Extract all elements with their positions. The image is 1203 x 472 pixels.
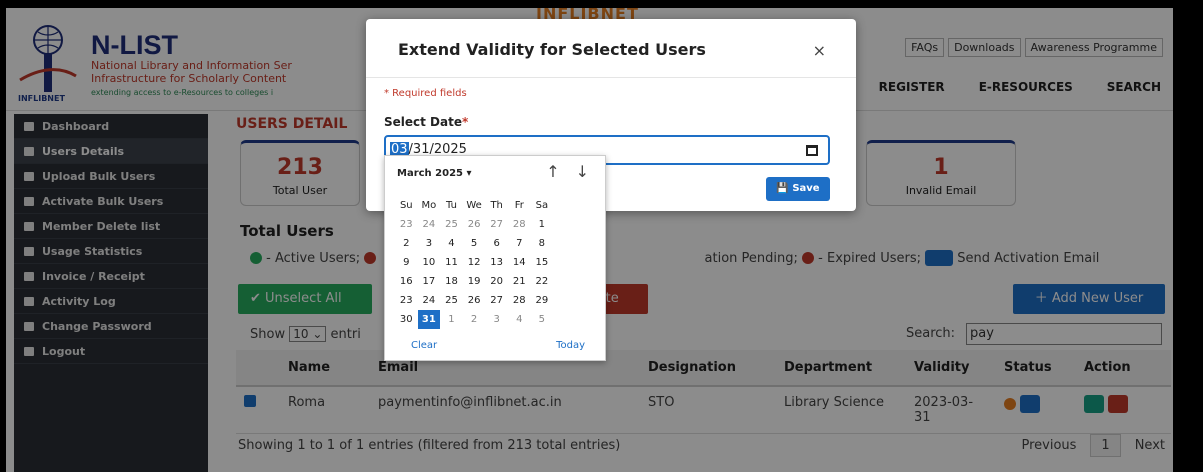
save-label: Save bbox=[792, 183, 820, 194]
calendar-day[interactable]: 17 bbox=[418, 272, 441, 291]
calendar-day[interactable]: 20 bbox=[485, 272, 508, 291]
calendar-day[interactable]: 24 bbox=[418, 291, 441, 310]
calendar-day[interactable]: 31 bbox=[417, 310, 441, 329]
today-button[interactable]: Today bbox=[556, 340, 585, 351]
week-row: 9 10 11 12 13 14 15 bbox=[395, 253, 599, 272]
calendar-day[interactable]: 1 bbox=[440, 310, 463, 329]
calendar-day[interactable]: 13 bbox=[485, 253, 508, 272]
calendar-day[interactable]: 15 bbox=[531, 253, 554, 272]
calendar-day[interactable]: 22 bbox=[531, 272, 554, 291]
required-note: * Required fields bbox=[384, 88, 467, 99]
weekday-label: We bbox=[466, 200, 482, 211]
calendar-day[interactable]: 30 bbox=[395, 310, 418, 329]
modal-title: Extend Validity for Selected Users bbox=[398, 40, 706, 59]
calendar-day[interactable]: 11 bbox=[440, 253, 463, 272]
calendar-day[interactable]: 18 bbox=[440, 272, 463, 291]
calendar-day[interactable]: 6 bbox=[485, 234, 508, 253]
calendar-day[interactable]: 26 bbox=[463, 291, 486, 310]
date-label: Select Date* bbox=[384, 115, 468, 129]
calendar-day[interactable]: 27 bbox=[485, 291, 508, 310]
weekday-label: Th bbox=[490, 200, 503, 211]
weekday-label: Sa bbox=[535, 200, 549, 211]
calendar-day[interactable]: 19 bbox=[463, 272, 486, 291]
save-button[interactable]: 💾 Save bbox=[766, 177, 830, 201]
calendar-day[interactable]: 26 bbox=[463, 215, 486, 234]
calendar-day[interactable]: 23 bbox=[395, 215, 418, 234]
calendar-day[interactable]: 1 bbox=[531, 215, 554, 234]
calendar-day[interactable]: 9 bbox=[395, 253, 418, 272]
calendar-day[interactable]: 5 bbox=[531, 310, 554, 329]
weekday-label: Fr bbox=[514, 200, 524, 211]
calendar-day[interactable]: 3 bbox=[485, 310, 508, 329]
calendar-day[interactable]: 5 bbox=[463, 234, 486, 253]
calendar-day[interactable]: 4 bbox=[508, 310, 531, 329]
clear-button[interactable]: Clear bbox=[411, 340, 437, 351]
month-nav: ↑ ↓ bbox=[546, 162, 589, 181]
calendar-day[interactable]: 25 bbox=[440, 291, 463, 310]
date-label-text: Select Date bbox=[384, 115, 462, 129]
calendar-day[interactable]: 10 bbox=[418, 253, 441, 272]
calendar-day[interactable]: 27 bbox=[485, 215, 508, 234]
calendar-day[interactable]: 12 bbox=[463, 253, 486, 272]
window-frame-top bbox=[0, 0, 1203, 8]
calendar-day[interactable]: 8 bbox=[531, 234, 554, 253]
window-frame-right bbox=[1173, 0, 1203, 472]
calendar-day[interactable]: 14 bbox=[508, 253, 531, 272]
modal-divider bbox=[366, 77, 856, 78]
calendar-day[interactable]: 23 bbox=[395, 291, 418, 310]
week-row: 30 31 1 2 3 4 5 bbox=[395, 310, 599, 329]
close-icon[interactable]: × bbox=[813, 41, 826, 60]
weekday-label: Tu bbox=[446, 200, 457, 211]
date-picker-popup: March 2025 ▾ ↑ ↓ Su Mo Tu We Th Fr Sa 23 24 25 26 2… bbox=[384, 155, 606, 361]
weekday-row: Su Mo Tu We Th Fr Sa bbox=[395, 196, 599, 215]
weekday-label: Su bbox=[399, 200, 413, 211]
week-row: 23 24 25 26 27 28 29 bbox=[395, 291, 599, 310]
calendar-day[interactable]: 16 bbox=[395, 272, 418, 291]
week-row: 23 24 25 26 27 28 1 bbox=[395, 215, 599, 234]
week-row: 2345678 bbox=[395, 234, 599, 253]
calendar-day[interactable]: 3 bbox=[418, 234, 441, 253]
calendar-icon[interactable] bbox=[806, 145, 818, 156]
calendar-day[interactable]: 21 bbox=[508, 272, 531, 291]
calendar-grid: Su Mo Tu We Th Fr Sa 23 24 25 26 27 28 1 2 3 4 5 6 7 8 9 10 11 1… bbox=[395, 196, 599, 329]
calendar-day[interactable]: 24 bbox=[418, 215, 441, 234]
calendar-day[interactable]: 28 bbox=[508, 291, 531, 310]
page: INFLIBNET INFLIBNET N-LIST National Libr… bbox=[6, 8, 1173, 472]
calendar-day[interactable]: 4 bbox=[440, 234, 463, 253]
calendar-day[interactable]: 7 bbox=[508, 234, 531, 253]
next-month-arrow-icon[interactable]: ↓ bbox=[576, 162, 589, 181]
calendar-day[interactable]: 25 bbox=[440, 215, 463, 234]
month-select[interactable]: March 2025 ▾ bbox=[397, 168, 472, 179]
calendar-day[interactable]: 29 bbox=[531, 291, 554, 310]
calendar-day[interactable]: 28 bbox=[508, 215, 531, 234]
required-star: * bbox=[462, 115, 469, 129]
calendar-day[interactable]: 2 bbox=[395, 234, 418, 253]
week-row: 16 17 18 19 20 21 22 bbox=[395, 272, 599, 291]
weekday-label: Mo bbox=[421, 200, 437, 211]
calendar-day[interactable]: 2 bbox=[463, 310, 486, 329]
previous-month-arrow-icon[interactable]: ↑ bbox=[546, 162, 559, 181]
